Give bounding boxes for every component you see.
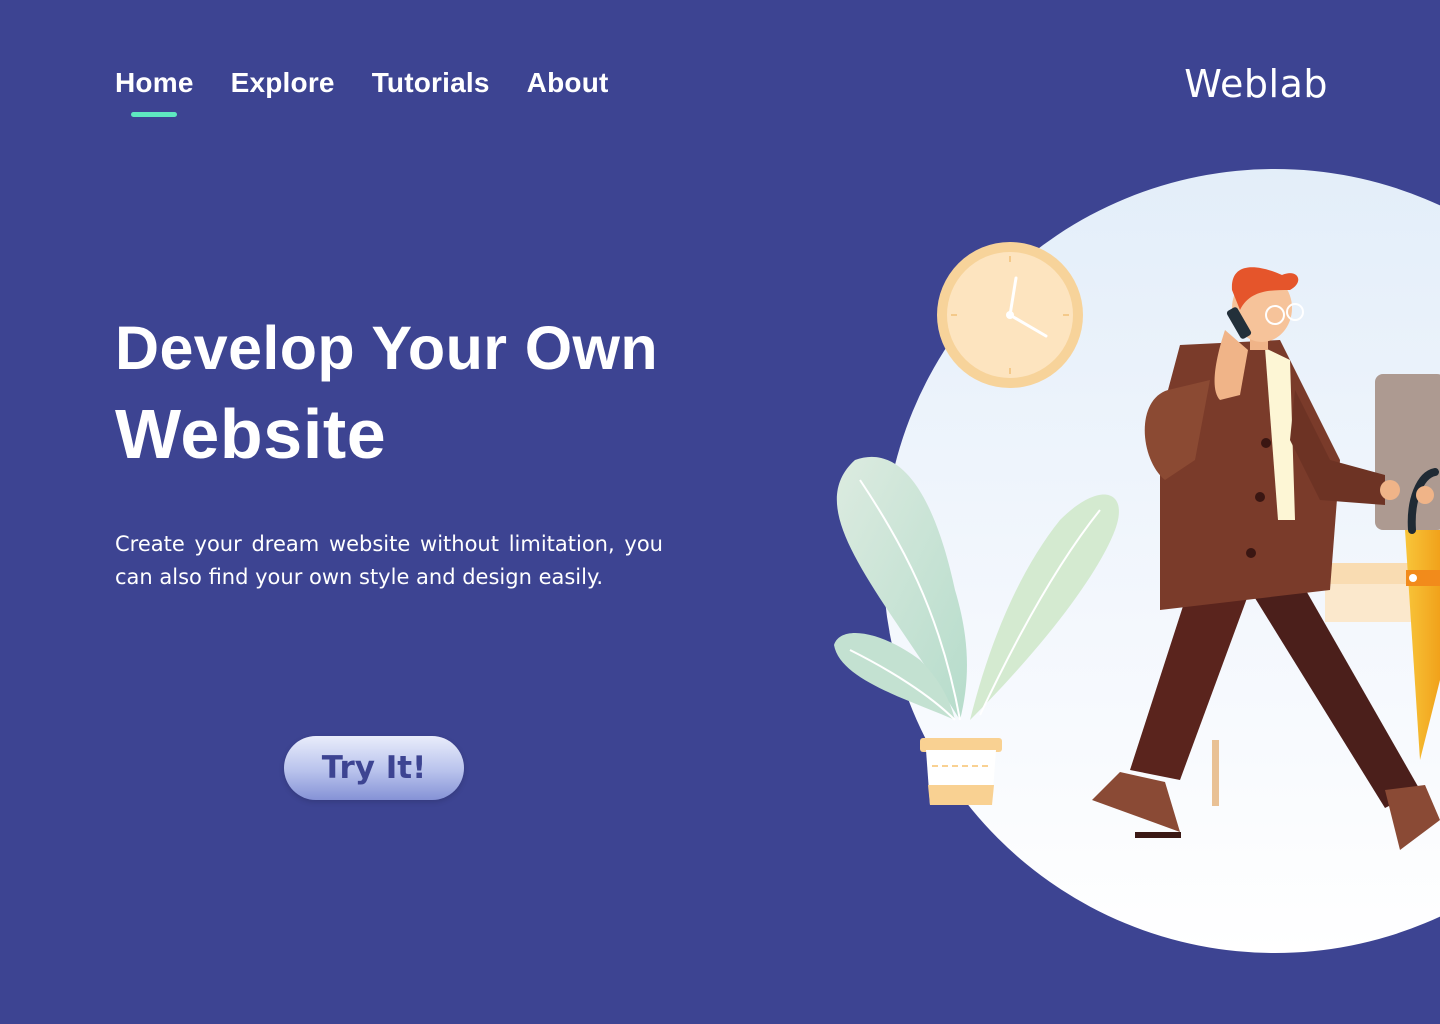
hero-illustration xyxy=(834,169,1440,953)
wall-clock-icon xyxy=(937,242,1083,388)
nav-item-about[interactable]: About xyxy=(527,64,609,102)
active-nav-indicator xyxy=(131,112,177,117)
nav-item-tutorials[interactable]: Tutorials xyxy=(372,64,490,102)
hero-description: Create your dream website without limita… xyxy=(115,532,663,589)
main-nav: Home Explore Tutorials About xyxy=(115,64,609,117)
nav-item-home[interactable]: Home xyxy=(115,64,194,102)
hero-title: Develop Your Own Website xyxy=(115,310,658,482)
try-it-button[interactable]: Try It! xyxy=(284,736,464,800)
brand-logo[interactable]: Weblab xyxy=(1184,62,1328,106)
landing-page: Home Explore Tutorials About Weblab Deve… xyxy=(0,0,1440,1024)
hero-title-line1: Develop Your Own xyxy=(115,314,659,382)
nav-item-explore[interactable]: Explore xyxy=(231,64,335,102)
monitor xyxy=(1375,374,1440,530)
hero-title-line2: Website xyxy=(115,395,387,473)
